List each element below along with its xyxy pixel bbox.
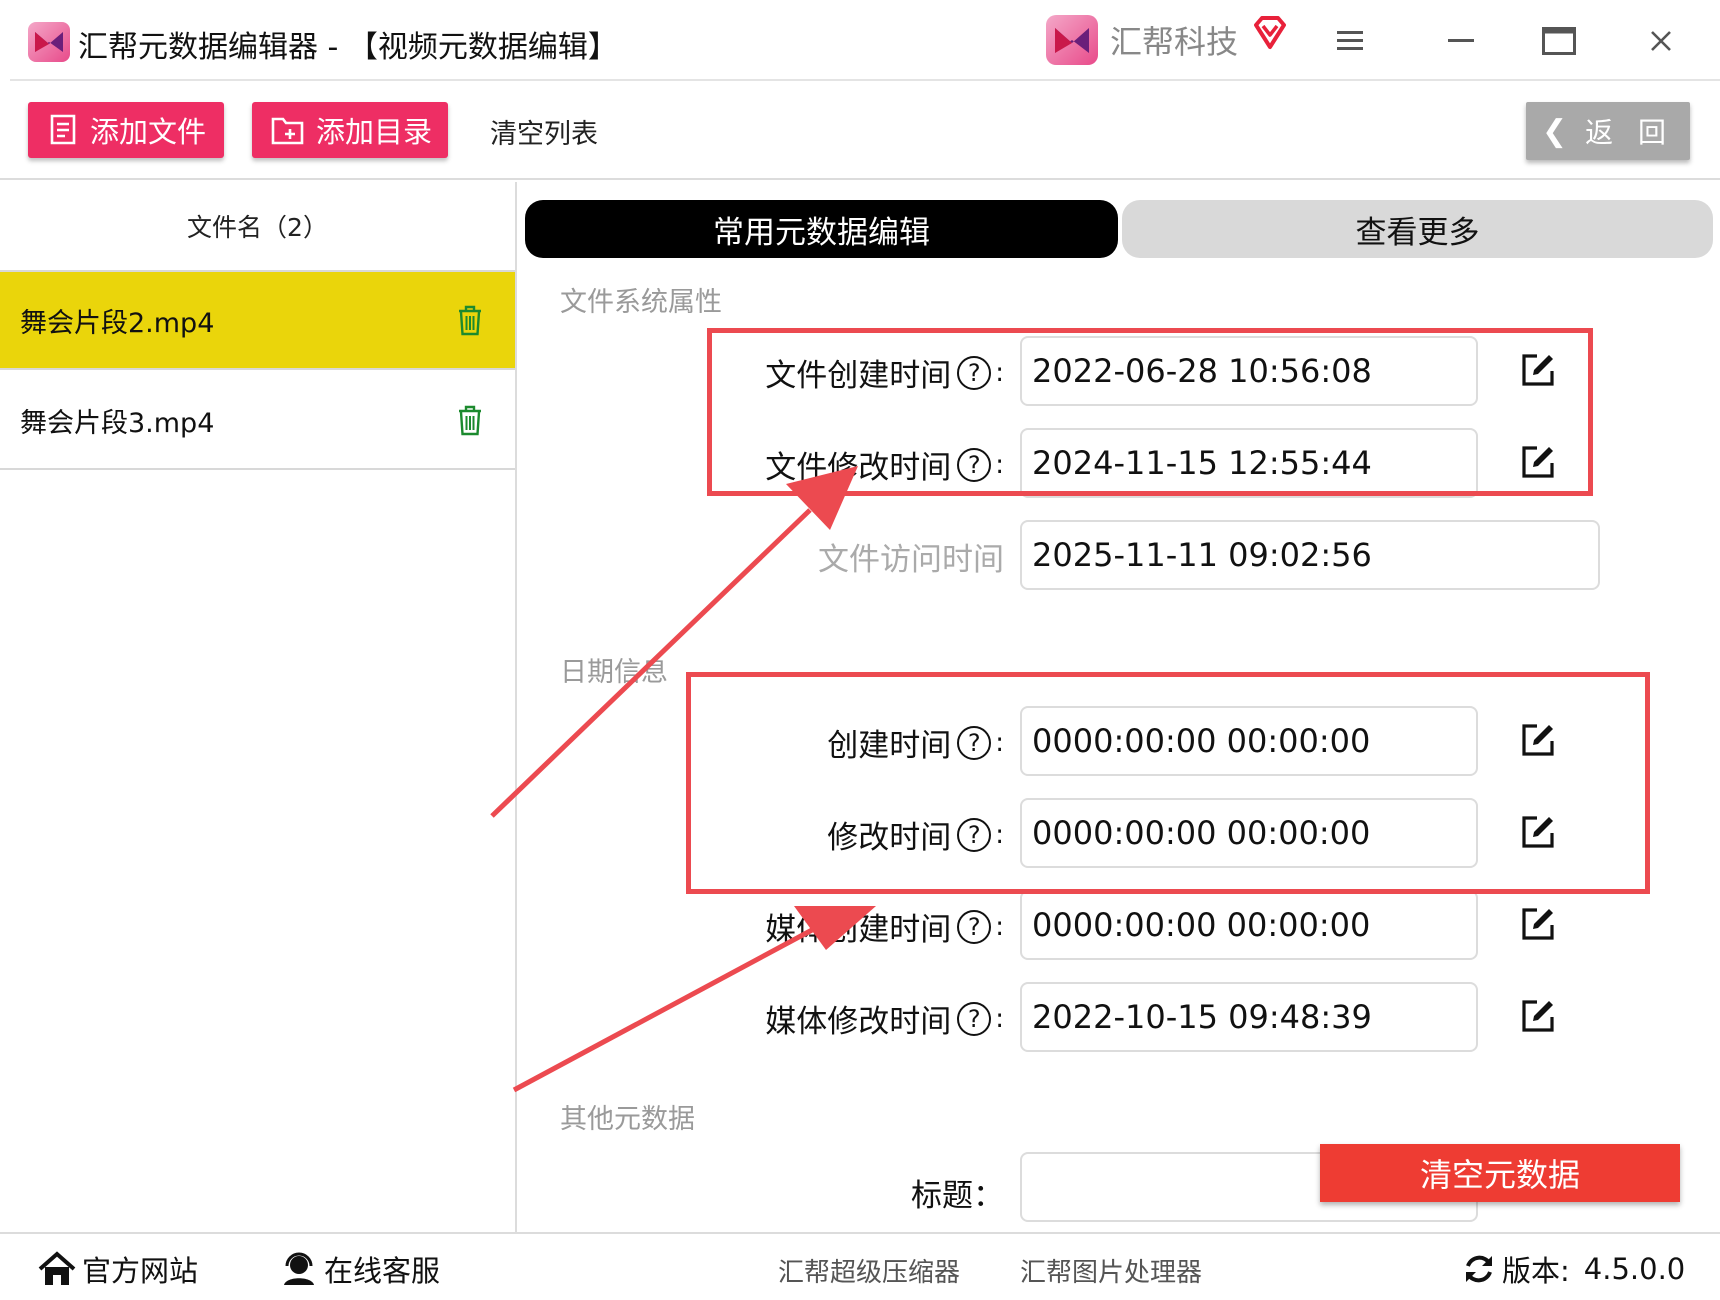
online-support-link[interactable]: 在线客服 [280, 1248, 440, 1290]
menu-icon[interactable] [1328, 18, 1374, 64]
headset-icon [284, 1252, 314, 1285]
annotation-box-filesystem [707, 328, 1593, 496]
help-icon[interactable]: ? [957, 1001, 992, 1036]
app-logo-icon [28, 22, 70, 62]
image-tool-link[interactable]: 汇帮图片处理器 [1020, 1252, 1202, 1289]
media-modified-label: 媒体修改时间 ?: [765, 996, 1004, 1041]
title-bar: 汇帮元数据编辑器 - 【视频元数据编辑】 汇帮科技 [0, 0, 1720, 81]
media-created-text: 媒体创建时间 [765, 912, 952, 948]
media-modified-text: 媒体修改时间 [765, 1004, 952, 1040]
add-directory-label: 添加目录 [316, 115, 433, 149]
brand: 汇帮科技 [1046, 14, 1290, 66]
home-icon [38, 1251, 76, 1285]
footer: 官方网站 在线客服 汇帮超级压缩器 汇帮图片处理器 版本: 4.5.0.0 [0, 1232, 1720, 1300]
chevron-left-icon: ❮ [1541, 113, 1568, 149]
media-modified-field[interactable]: 2022-10-15 09:48:39 [1020, 982, 1478, 1052]
metadata-tabs: 常用元数据编辑 查看更多 [525, 200, 1713, 258]
file-name: 舞会片段3.mp4 [20, 407, 215, 439]
media-created-label: 媒体创建时间 ?: [765, 904, 1004, 949]
back-button[interactable]: ❮ 返 回 [1526, 102, 1690, 160]
help-icon[interactable]: ? [957, 909, 992, 944]
tab-view-more[interactable]: 查看更多 [1122, 200, 1713, 258]
title-label: 标题： [911, 1170, 1004, 1215]
close-icon[interactable] [1638, 18, 1684, 64]
brand-name: 汇帮科技 [1110, 23, 1239, 61]
version-info[interactable]: 版本: 4.5.0.0 [1462, 1248, 1685, 1290]
minimize-icon[interactable] [1438, 18, 1484, 64]
section-filesystem: 文件系统属性 [560, 287, 722, 318]
tab-common-metadata[interactable]: 常用元数据编辑 [525, 200, 1118, 258]
add-file-button[interactable]: 添加文件 [28, 102, 224, 158]
refresh-icon [1466, 1255, 1492, 1283]
version-label: 版本: [1502, 1254, 1570, 1288]
clear-metadata-button[interactable]: 清空元数据 [1320, 1144, 1680, 1202]
folder-add-icon [271, 117, 304, 145]
edit-icon[interactable] [1520, 998, 1556, 1034]
back-label: 返 回 [1585, 116, 1675, 149]
maximize-icon[interactable] [1536, 18, 1582, 64]
file-accessed-text: 文件访问时间 [818, 542, 1004, 578]
add-file-label: 添加文件 [90, 115, 207, 149]
clear-list-button[interactable]: 清空列表 [490, 112, 598, 151]
add-directory-button[interactable]: 添加目录 [252, 102, 448, 158]
section-other: 其他元数据 [560, 1104, 695, 1135]
toolbar: 添加文件 添加目录 清空列表 ❮ 返 回 [0, 82, 1720, 180]
file-list-panel: 文件名（2） 舞会片段2.mp4 舞会片段3.mp4 [0, 182, 517, 1232]
official-website-label: 官方网站 [82, 1254, 199, 1288]
file-list-item[interactable]: 舞会片段3.mp4 [0, 372, 515, 470]
annotation-box-dates [686, 672, 1650, 894]
file-name: 舞会片段2.mp4 [20, 307, 215, 339]
brand-logo-icon [1046, 15, 1098, 65]
file-accessed-label: 文件访问时间 [818, 534, 1004, 579]
file-accessed-field: 2025-11-11 09:02:56 [1020, 520, 1600, 590]
official-website-link[interactable]: 官方网站 [38, 1248, 198, 1290]
file-list-item[interactable]: 舞会片段2.mp4 [0, 272, 515, 370]
title-text: 标题： [911, 1178, 1004, 1214]
version-number: 4.5.0.0 [1583, 1252, 1686, 1286]
title-divider [10, 79, 1720, 81]
online-support-label: 在线客服 [324, 1254, 441, 1288]
trash-icon[interactable] [455, 404, 485, 436]
vip-diamond-icon[interactable] [1250, 13, 1290, 53]
section-dates: 日期信息 [560, 657, 668, 688]
edit-icon[interactable] [1520, 906, 1556, 942]
window-title: 汇帮元数据编辑器 - 【视频元数据编辑】 [78, 30, 618, 65]
trash-icon[interactable] [455, 304, 485, 336]
compressor-link[interactable]: 汇帮超级压缩器 [778, 1252, 960, 1289]
media-created-field[interactable]: 0000:00:00 00:00:00 [1020, 890, 1478, 960]
file-list-icon [50, 114, 76, 145]
file-list-header: 文件名（2） [0, 182, 515, 272]
